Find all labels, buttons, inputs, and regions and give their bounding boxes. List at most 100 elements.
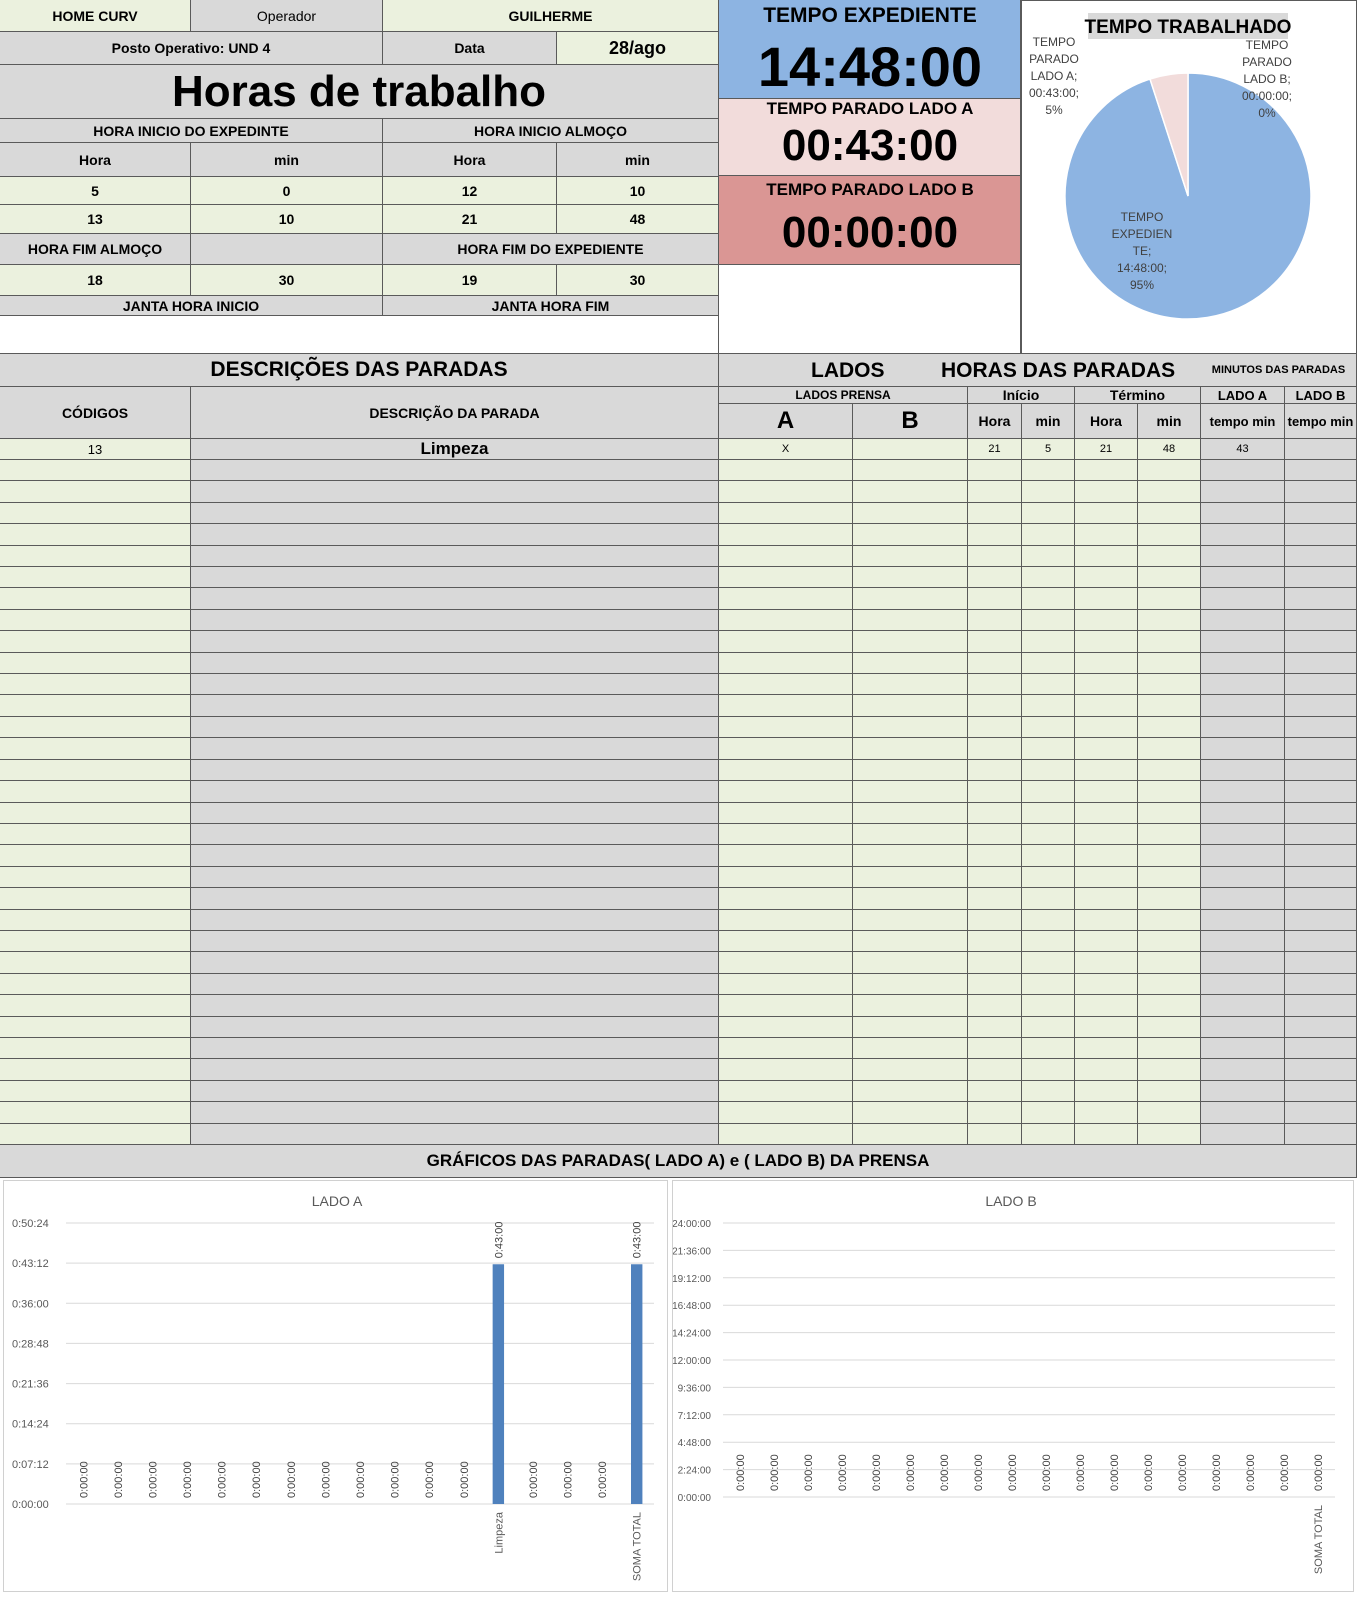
empty-table-cell[interactable]: [191, 609, 719, 632]
empty-table-cell[interactable]: [719, 460, 853, 482]
empty-table-cell[interactable]: [1201, 952, 1285, 974]
empty-table-cell[interactable]: [1075, 609, 1138, 632]
empty-table-cell[interactable]: [1022, 545, 1075, 568]
empty-table-cell[interactable]: [719, 567, 853, 589]
empty-table-cell[interactable]: [1022, 1059, 1075, 1081]
empty-table-cell[interactable]: [1075, 1037, 1138, 1060]
empty-table-cell[interactable]: [1022, 524, 1075, 546]
empty-table-cell[interactable]: [853, 567, 968, 589]
empty-table-cell[interactable]: [1075, 952, 1138, 974]
empty-table-cell[interactable]: [1201, 481, 1285, 503]
empty-table-cell[interactable]: [1201, 524, 1285, 546]
empty-table-cell[interactable]: [719, 738, 853, 760]
empty-table-cell[interactable]: [1201, 588, 1285, 610]
empty-table-cell[interactable]: [1075, 909, 1138, 931]
empty-table-cell[interactable]: [0, 524, 191, 546]
empty-table-cell[interactable]: [1201, 545, 1285, 568]
stop-side-a-cell[interactable]: X: [719, 439, 853, 460]
empty-table-cell[interactable]: [719, 909, 853, 931]
empty-table-cell[interactable]: [719, 1016, 853, 1038]
empty-table-cell[interactable]: [968, 695, 1022, 717]
empty-table-cell[interactable]: [191, 631, 719, 653]
empty-table-cell[interactable]: [191, 1037, 719, 1060]
empty-table-cell[interactable]: [853, 481, 968, 503]
empty-table-cell[interactable]: [1075, 802, 1138, 824]
empty-table-cell[interactable]: [1201, 930, 1285, 953]
empty-table-cell[interactable]: [1285, 674, 1357, 696]
empty-table-cell[interactable]: [1285, 567, 1357, 589]
empty-table-cell[interactable]: [719, 1037, 853, 1060]
empty-table-cell[interactable]: [0, 1016, 191, 1038]
empty-table-cell[interactable]: [0, 888, 191, 910]
stop-side-b-cell[interactable]: [853, 439, 968, 460]
empty-table-cell[interactable]: [1138, 802, 1201, 824]
time-cell[interactable]: 21: [383, 205, 557, 234]
empty-table-cell[interactable]: [1138, 866, 1201, 889]
empty-table-cell[interactable]: [1022, 674, 1075, 696]
empty-table-cell[interactable]: [1285, 502, 1357, 525]
empty-table-cell[interactable]: [1138, 460, 1201, 482]
empty-table-cell[interactable]: [1285, 460, 1357, 482]
empty-table-cell[interactable]: [1285, 823, 1357, 846]
empty-table-cell[interactable]: [1285, 930, 1357, 953]
empty-table-cell[interactable]: [191, 759, 719, 782]
empty-table-cell[interactable]: [1201, 1059, 1285, 1081]
empty-table-cell[interactable]: [853, 695, 968, 717]
empty-table-cell[interactable]: [853, 1059, 968, 1081]
empty-table-cell[interactable]: [0, 930, 191, 953]
empty-table-cell[interactable]: [1201, 674, 1285, 696]
empty-table-cell[interactable]: [1138, 695, 1201, 717]
empty-table-cell[interactable]: [1138, 545, 1201, 568]
chart-lado-a[interactable]: LADO A 0:00:00 0:07:12 0:14:24 0:21:36 0:28:4…: [3, 1180, 668, 1592]
empty-table-cell[interactable]: [0, 866, 191, 889]
empty-table-cell[interactable]: [1201, 866, 1285, 889]
time-cell[interactable]: 0: [191, 177, 383, 205]
empty-table-cell[interactable]: [1201, 759, 1285, 782]
empty-table-cell[interactable]: [1138, 1102, 1201, 1124]
empty-table-cell[interactable]: [1138, 1037, 1201, 1060]
empty-table-cell[interactable]: [968, 759, 1022, 782]
empty-table-cell[interactable]: [1022, 909, 1075, 931]
empty-table-cell[interactable]: [1201, 1102, 1285, 1124]
empty-table-cell[interactable]: [1075, 524, 1138, 546]
empty-table-cell[interactable]: [1022, 952, 1075, 974]
empty-table-cell[interactable]: [968, 1102, 1022, 1124]
empty-table-cell[interactable]: [968, 1059, 1022, 1081]
empty-table-cell[interactable]: [1285, 695, 1357, 717]
empty-table-cell[interactable]: [1075, 1080, 1138, 1103]
empty-table-cell[interactable]: [968, 909, 1022, 931]
empty-table-cell[interactable]: [1075, 845, 1138, 867]
empty-table-cell[interactable]: [1201, 1037, 1285, 1060]
empty-table-cell[interactable]: [1022, 502, 1075, 525]
empty-table-cell[interactable]: [968, 866, 1022, 889]
empty-table-cell[interactable]: [853, 845, 968, 867]
empty-table-cell[interactable]: [0, 588, 191, 610]
stop-end-hour-cell[interactable]: 21: [1075, 439, 1138, 460]
pie-chart[interactable]: TEMPO TRABALHADO TEMPO EXPEDIEN TE; 14:48:00…: [1021, 0, 1357, 354]
empty-table-cell[interactable]: [719, 759, 853, 782]
empty-table-cell[interactable]: [1138, 1123, 1201, 1145]
empty-table-cell[interactable]: [191, 802, 719, 824]
time-cell[interactable]: 10: [557, 177, 719, 205]
empty-table-cell[interactable]: [1138, 567, 1201, 589]
empty-table-cell[interactable]: [1201, 460, 1285, 482]
empty-table-cell[interactable]: [1285, 1037, 1357, 1060]
empty-table-cell[interactable]: [191, 995, 719, 1017]
empty-table-cell[interactable]: [853, 952, 968, 974]
time-cell[interactable]: 48: [557, 205, 719, 234]
empty-table-cell[interactable]: [1201, 716, 1285, 739]
empty-table-cell[interactable]: [968, 716, 1022, 739]
stop-code-cell[interactable]: 13: [0, 439, 191, 460]
empty-table-cell[interactable]: [853, 631, 968, 653]
empty-table-cell[interactable]: [853, 588, 968, 610]
empty-table-cell[interactable]: [1285, 1059, 1357, 1081]
empty-table-cell[interactable]: [1075, 674, 1138, 696]
empty-table-cell[interactable]: [0, 802, 191, 824]
empty-table-cell[interactable]: [0, 652, 191, 675]
stop-min-a-cell[interactable]: 43: [1201, 439, 1285, 460]
empty-table-cell[interactable]: [853, 930, 968, 953]
empty-table-cell[interactable]: [968, 888, 1022, 910]
empty-table-cell[interactable]: [719, 781, 853, 803]
empty-table-cell[interactable]: [0, 460, 191, 482]
empty-table-cell[interactable]: [1201, 695, 1285, 717]
